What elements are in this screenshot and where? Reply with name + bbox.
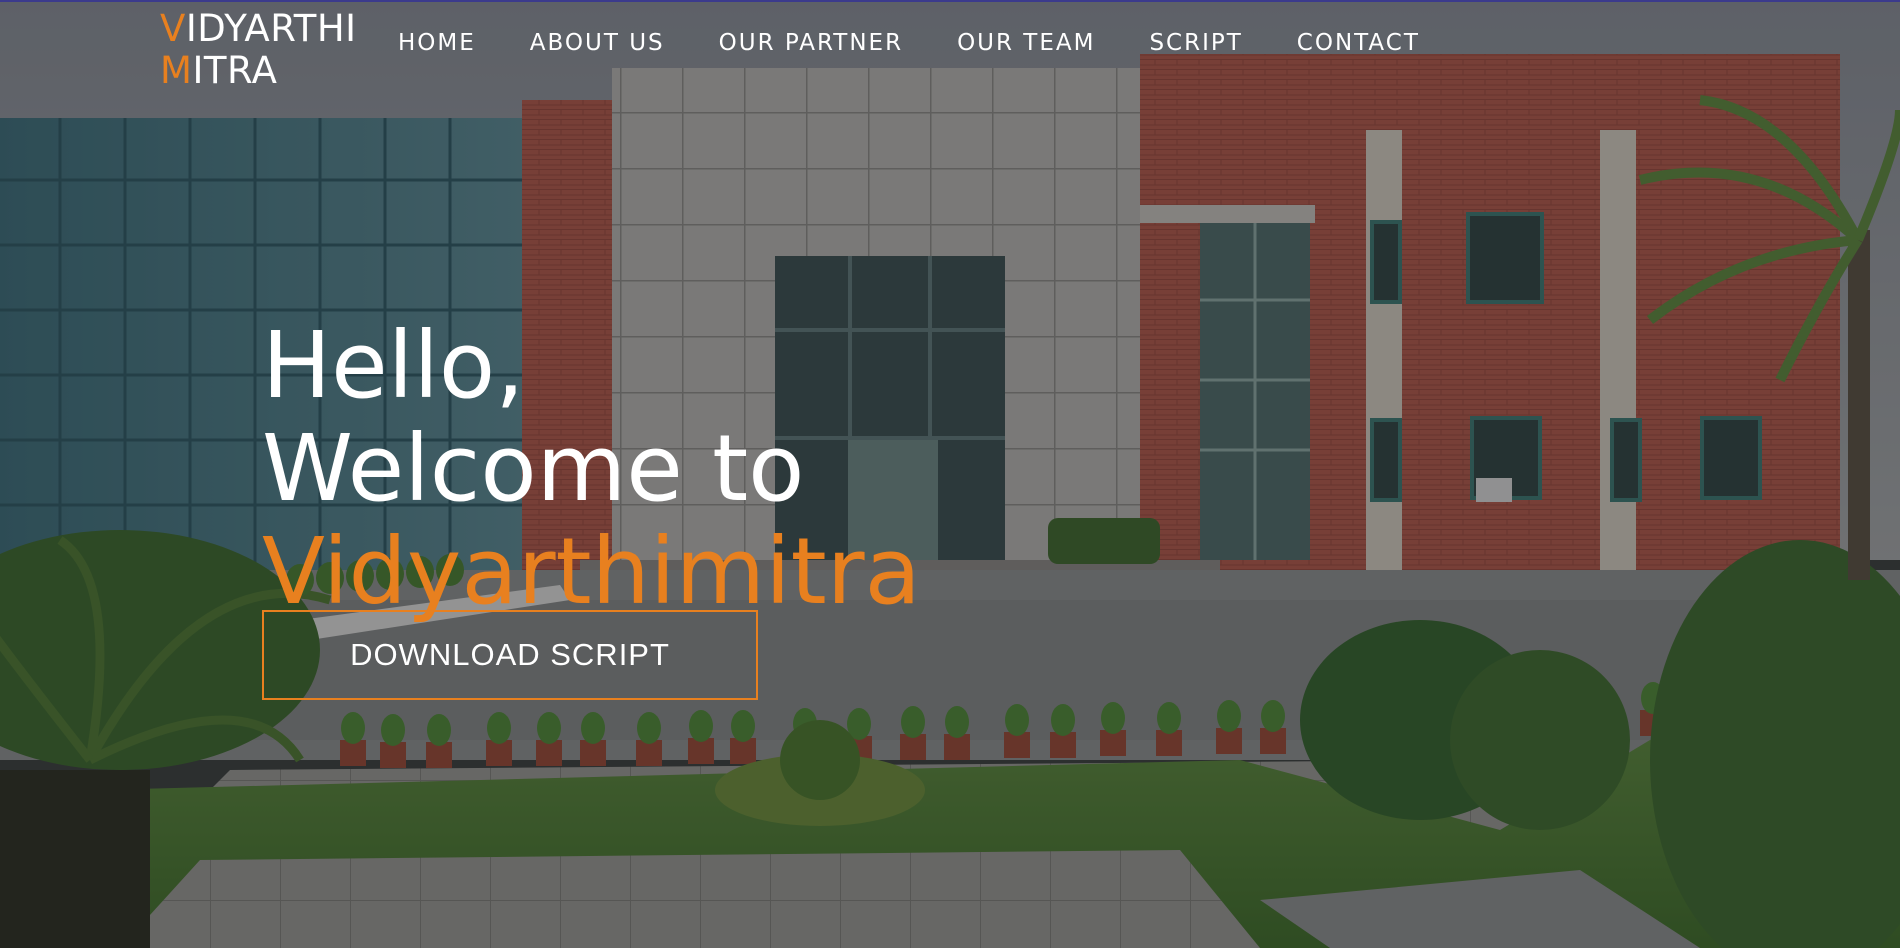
nav-item-about-us[interactable]: ABOUT US [530, 30, 665, 56]
logo-line-2: MITRA [160, 50, 357, 92]
logo-initial-m: M [160, 49, 193, 92]
logo-initial-v: V [160, 7, 186, 50]
main-nav: HOME ABOUT US OUR PARTNER OUR TEAM SCRIP… [398, 30, 1420, 56]
nav-item-our-partner[interactable]: OUR PARTNER [719, 30, 903, 56]
site-logo[interactable]: VIDYARTHI MITRA [160, 8, 357, 92]
logo-line-1: VIDYARTHI [160, 8, 357, 50]
hero-greeting: Hello, [262, 311, 525, 419]
top-accent-line [0, 0, 1900, 2]
nav-item-contact[interactable]: CONTACT [1297, 30, 1420, 56]
hero-headline: Hello, Welcome to Vidyarthimitra [262, 314, 921, 623]
hero-site-name: Vidyarthimitra [262, 517, 921, 625]
nav-item-our-team[interactable]: OUR TEAM [957, 30, 1095, 56]
hero-welcome: Welcome to [262, 414, 805, 522]
nav-item-home[interactable]: HOME [398, 30, 476, 56]
nav-item-script[interactable]: SCRIPT [1149, 30, 1242, 56]
logo-text-1: IDYARTHI [185, 7, 357, 50]
logo-text-2: ITRA [192, 49, 278, 92]
download-script-button[interactable]: DOWNLOAD SCRIPT [262, 610, 758, 700]
